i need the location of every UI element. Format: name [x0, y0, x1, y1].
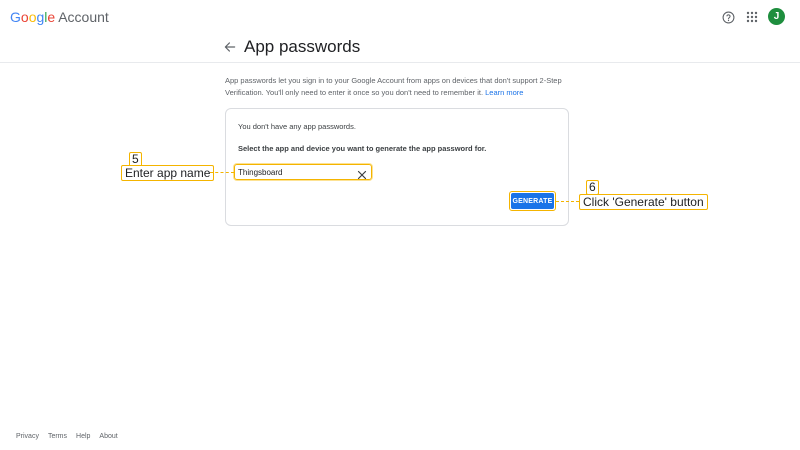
generate-button[interactable]: GENERATE — [511, 193, 554, 209]
app-name-field — [234, 164, 372, 180]
back-arrow-icon[interactable] — [223, 40, 237, 54]
footer-privacy-link[interactable]: Privacy — [16, 433, 39, 440]
product-name: Account — [58, 9, 109, 25]
top-header: Google Account J — [0, 0, 800, 34]
step-6-connector — [556, 201, 579, 202]
apps-grid-icon[interactable] — [744, 9, 760, 25]
footer-help-link[interactable]: Help — [76, 433, 90, 440]
step-5-connector — [210, 172, 234, 173]
step-5-label: Enter app name — [121, 165, 215, 181]
select-app-instruction: Select the app and device you want to ge… — [238, 144, 487, 153]
google-account-logo[interactable]: Google Account — [10, 9, 109, 25]
user-avatar[interactable]: J — [768, 8, 785, 25]
step-6-number: 6 — [586, 180, 599, 195]
page-description: App passwords let you sign in to your Go… — [225, 75, 570, 99]
step-6-label: Click 'Generate' button — [579, 194, 708, 210]
footer-terms-link[interactable]: Terms — [48, 433, 67, 440]
help-circle-icon[interactable] — [720, 9, 736, 25]
clear-icon[interactable] — [357, 167, 367, 180]
app-name-input[interactable] — [238, 166, 348, 178]
logo-letter: e — [47, 9, 56, 25]
logo-letter: o — [20, 9, 29, 25]
header-divider — [0, 62, 800, 63]
logo-letter: G — [10, 9, 21, 25]
learn-more-link[interactable]: Learn more — [485, 88, 523, 97]
no-passwords-message: You don't have any app passwords. — [238, 122, 356, 131]
page-title: App passwords — [244, 37, 361, 56]
footer-about-link[interactable]: About — [99, 433, 117, 440]
footer-links: Privacy Terms Help About — [16, 433, 118, 440]
